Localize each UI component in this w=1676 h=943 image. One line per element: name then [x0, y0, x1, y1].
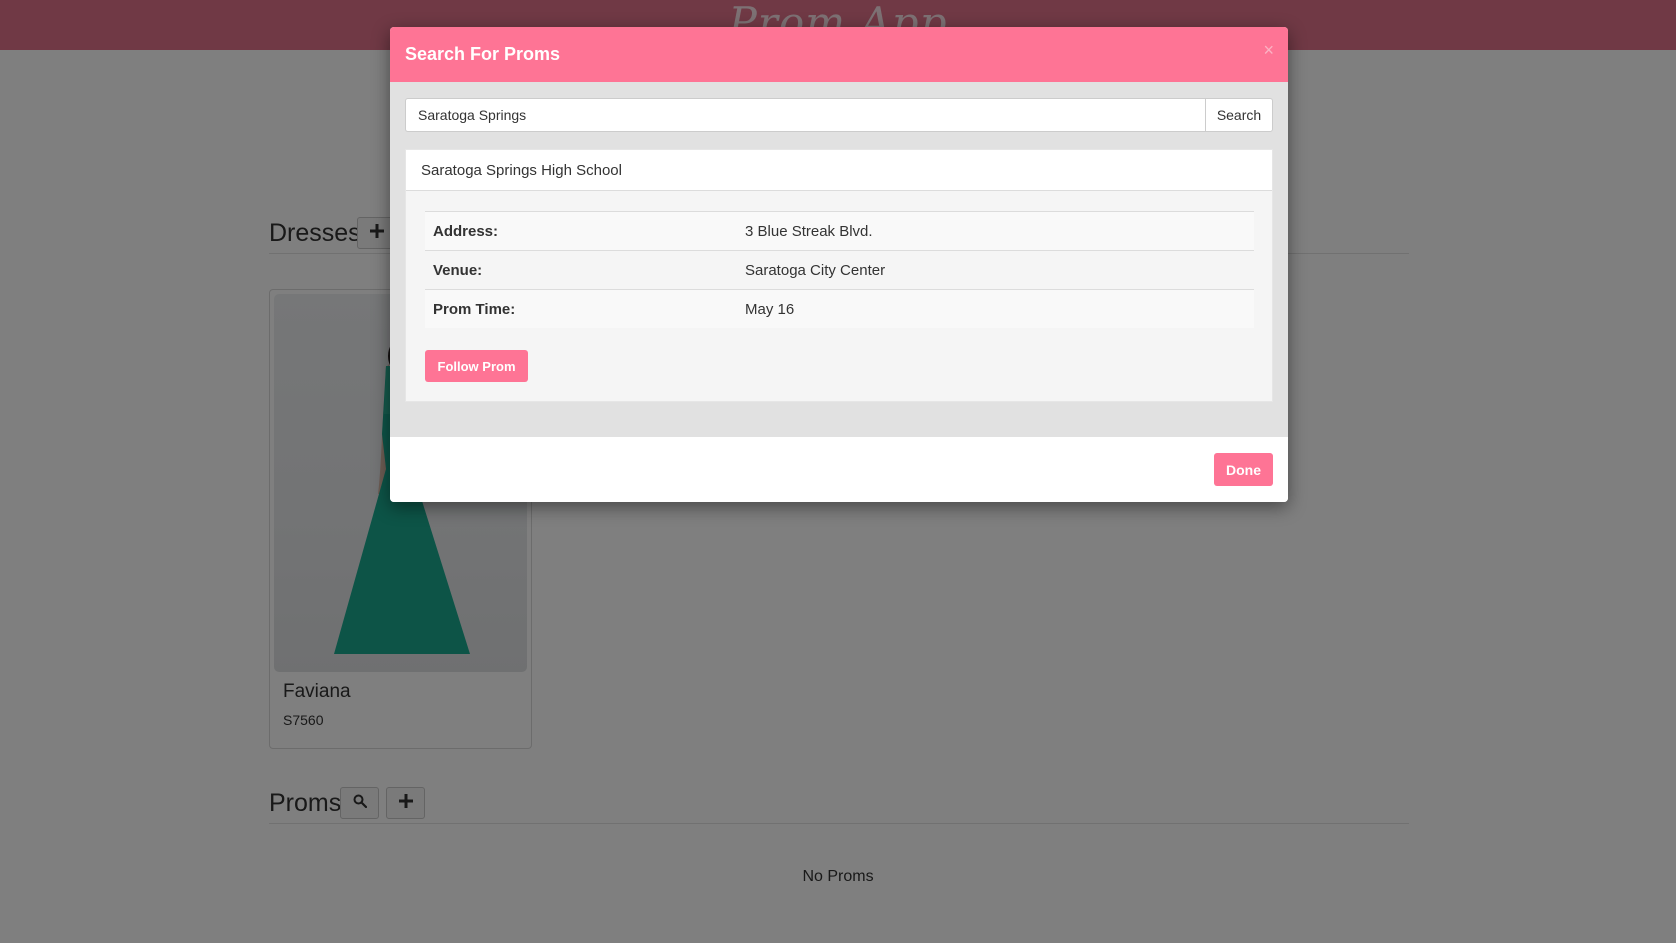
school-name: Saratoga Springs High School [421, 162, 622, 179]
modal-title: Search For Proms [405, 44, 561, 64]
modal-header: Search For Proms × [390, 27, 1288, 82]
prom-details-table: Address: 3 Blue Streak Blvd. Venue: Sara… [425, 211, 1254, 328]
search-input[interactable] [405, 98, 1205, 132]
close-icon[interactable]: × [1263, 41, 1274, 59]
result-header: Saratoga Springs High School [406, 150, 1272, 191]
address-label: Address: [425, 211, 737, 251]
modal-body: Search Saratoga Springs High School Addr… [390, 82, 1288, 437]
address-value: 3 Blue Streak Blvd. [737, 211, 1254, 251]
search-group: Search [405, 98, 1273, 132]
search-button[interactable]: Search [1205, 98, 1273, 132]
search-proms-modal: Search For Proms × Search Saratoga Sprin… [390, 27, 1288, 502]
modal-footer: Done [390, 437, 1288, 502]
table-row: Prom Time: May 16 [425, 289, 1254, 328]
result-panel: Saratoga Springs High School Address: 3 … [405, 149, 1273, 402]
table-row: Venue: Saratoga City Center [425, 250, 1254, 290]
prom-time-value: May 16 [737, 289, 1254, 328]
follow-prom-button[interactable]: Follow Prom [425, 350, 528, 382]
venue-value: Saratoga City Center [737, 250, 1254, 290]
prom-time-label: Prom Time: [425, 289, 737, 328]
done-button[interactable]: Done [1214, 453, 1273, 486]
table-row: Address: 3 Blue Streak Blvd. [425, 211, 1254, 251]
venue-label: Venue: [425, 250, 737, 290]
